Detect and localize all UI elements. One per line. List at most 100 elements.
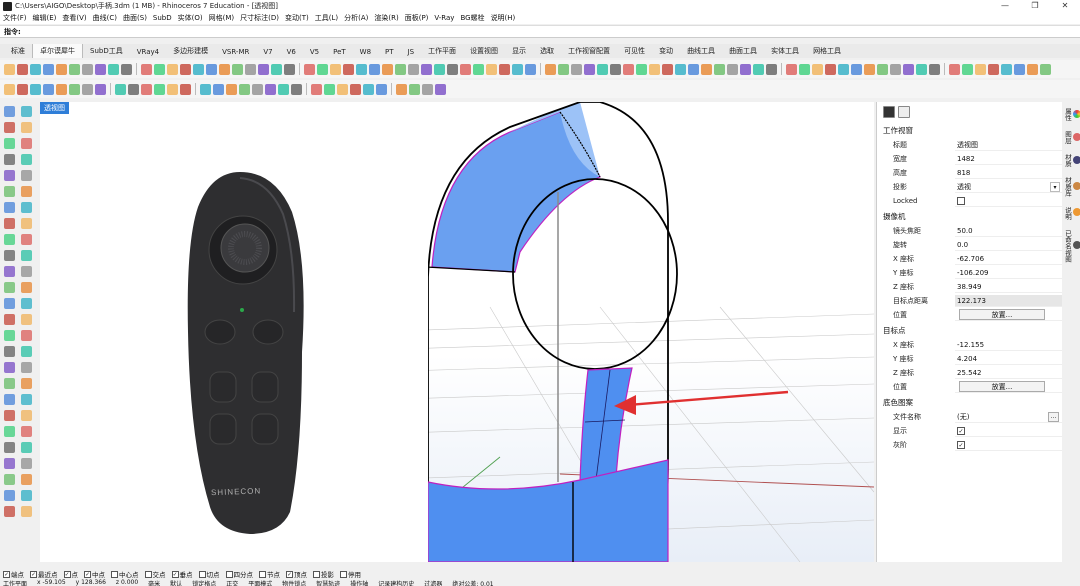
tab-v6[interactable]: V6 bbox=[280, 46, 303, 58]
toolbar-tool-icon[interactable] bbox=[311, 83, 322, 95]
toolbar-tool-icon[interactable] bbox=[786, 63, 797, 75]
tab-materials[interactable]: 材质 bbox=[1063, 154, 1080, 167]
menu-panels[interactable]: 面板(P) bbox=[405, 13, 429, 23]
tab-vray4[interactable]: VRay4 bbox=[130, 46, 166, 58]
toolbar-tool-icon[interactable] bbox=[422, 83, 433, 95]
target-distance-field[interactable]: 122.173 bbox=[955, 295, 1062, 307]
toolbar-tool-icon[interactable] bbox=[851, 63, 862, 75]
menu-edit[interactable]: 编辑(E) bbox=[33, 13, 57, 23]
command-line[interactable]: 指令: bbox=[0, 25, 1080, 38]
toolbar-tool-icon[interactable] bbox=[499, 63, 510, 75]
toolbar-tool-icon[interactable] bbox=[30, 83, 41, 95]
tab-pet[interactable]: PeT bbox=[326, 46, 353, 58]
circle-curve[interactable] bbox=[512, 178, 678, 370]
left-tool-icon[interactable] bbox=[4, 138, 15, 149]
toolbar-tool-icon[interactable] bbox=[154, 63, 165, 75]
toolbar-tool-icon[interactable] bbox=[864, 63, 875, 75]
toolbar-tool-icon[interactable] bbox=[219, 63, 230, 75]
menu-mesh[interactable]: 网格(M) bbox=[209, 13, 235, 23]
toolbar-tool-icon[interactable] bbox=[167, 83, 178, 95]
left-tool-icon[interactable] bbox=[4, 154, 15, 165]
left-tool-icon[interactable] bbox=[4, 346, 15, 357]
menu-solid[interactable]: 实体(O) bbox=[178, 13, 203, 23]
toolbar-tool-icon[interactable] bbox=[167, 63, 178, 75]
toolbar-tool-icon[interactable] bbox=[766, 63, 777, 75]
left-tool-icon[interactable] bbox=[4, 106, 15, 117]
toolbar-tool-icon[interactable] bbox=[610, 63, 621, 75]
toolbar-tool-icon[interactable] bbox=[278, 83, 289, 95]
maximize-button[interactable]: ❐ bbox=[1020, 0, 1050, 12]
status-history[interactable]: 记录建构历史 bbox=[378, 579, 414, 586]
toolbar-tool-icon[interactable] bbox=[740, 63, 751, 75]
toolbar-tool-icon[interactable] bbox=[916, 63, 927, 75]
tab-js[interactable]: JS bbox=[401, 46, 422, 58]
toolbar-tool-icon[interactable] bbox=[434, 63, 445, 75]
toolbar-tool-icon[interactable] bbox=[317, 63, 328, 75]
menu-subd[interactable]: SubD bbox=[153, 14, 172, 22]
tab-set-view[interactable]: 设置视图 bbox=[463, 44, 505, 58]
toolbar-tool-icon[interactable] bbox=[108, 63, 119, 75]
toolbar-tool-icon[interactable] bbox=[232, 63, 243, 75]
left-tool-icon[interactable] bbox=[21, 506, 32, 517]
toolbar-tool-icon[interactable] bbox=[545, 63, 556, 75]
target-y-field[interactable]: 4.204 bbox=[955, 353, 1062, 365]
toolbar-tool-icon[interactable] bbox=[903, 63, 914, 75]
left-tool-icon[interactable] bbox=[21, 490, 32, 501]
viewport-props-button[interactable] bbox=[883, 106, 895, 118]
toolbar-tool-icon[interactable] bbox=[95, 63, 106, 75]
osnap-project[interactable]: 投影 bbox=[313, 569, 334, 579]
grayscale-checkbox[interactable]: ✓ bbox=[957, 440, 965, 449]
toolbar-tool-icon[interactable] bbox=[154, 83, 165, 95]
toolbar-tool-icon[interactable] bbox=[213, 83, 224, 95]
left-tool-icon[interactable] bbox=[4, 330, 15, 341]
left-tool-icon[interactable] bbox=[4, 250, 15, 261]
left-tool-icon[interactable] bbox=[4, 266, 15, 277]
osnap-vertex[interactable]: ✓ 顶点 bbox=[286, 569, 307, 579]
osnap-disable[interactable]: 停用 bbox=[340, 569, 361, 579]
projection-select[interactable]: 透视 ▾ bbox=[955, 181, 1062, 193]
left-tool-icon[interactable] bbox=[21, 298, 32, 309]
left-tool-icon[interactable] bbox=[21, 282, 32, 293]
tab-standard[interactable]: 标准 bbox=[4, 44, 32, 58]
browse-button[interactable]: ... bbox=[1048, 412, 1059, 422]
left-tool-icon[interactable] bbox=[21, 138, 32, 149]
menu-file[interactable]: 文件(F) bbox=[3, 13, 27, 23]
left-tool-icon[interactable] bbox=[4, 426, 15, 437]
toolbar-tool-icon[interactable] bbox=[890, 63, 901, 75]
left-tool-icon[interactable] bbox=[21, 426, 32, 437]
status-filter[interactable]: 过滤器 bbox=[424, 579, 442, 586]
osnap-mid[interactable]: ✓ 中点 bbox=[84, 569, 105, 579]
camera-x-field[interactable]: -62.706 bbox=[955, 253, 1062, 265]
toolbar-tool-icon[interactable] bbox=[1040, 63, 1051, 75]
toolbar-tool-icon[interactable] bbox=[460, 63, 471, 75]
toolbar-tool-icon[interactable] bbox=[584, 63, 595, 75]
toolbar-tool-icon[interactable] bbox=[447, 63, 458, 75]
left-tool-icon[interactable] bbox=[4, 218, 15, 229]
tab-mesh-tools[interactable]: 网格工具 bbox=[806, 44, 848, 58]
close-button[interactable]: ✕ bbox=[1050, 0, 1080, 12]
toolbar-tool-icon[interactable] bbox=[395, 63, 406, 75]
osnap-center[interactable]: 中心点 bbox=[111, 569, 139, 579]
left-tool-icon[interactable] bbox=[4, 474, 15, 485]
tab-material-library[interactable]: 材质库 bbox=[1063, 177, 1080, 197]
left-tool-icon[interactable] bbox=[21, 346, 32, 357]
toolbar-tool-icon[interactable] bbox=[799, 63, 810, 75]
toolbar-tool-icon[interactable] bbox=[121, 63, 132, 75]
toolbar-tool-icon[interactable] bbox=[128, 83, 139, 95]
toolbar-tool-icon[interactable] bbox=[304, 63, 315, 75]
left-tool-icon[interactable] bbox=[4, 122, 15, 133]
menu-analyze[interactable]: 分析(A) bbox=[344, 13, 368, 23]
toolbar-tool-icon[interactable] bbox=[512, 63, 523, 75]
toolbar-tool-icon[interactable] bbox=[376, 83, 387, 95]
left-tool-icon[interactable] bbox=[21, 330, 32, 341]
tab-named-views[interactable]: 已命名视图 bbox=[1063, 230, 1080, 262]
left-tool-icon[interactable] bbox=[21, 170, 32, 181]
osnap-quad[interactable]: 四分点 bbox=[225, 569, 253, 579]
toolbar-tool-icon[interactable] bbox=[408, 63, 419, 75]
toolbar-tool-icon[interactable] bbox=[597, 63, 608, 75]
toolbar-tool-icon[interactable] bbox=[95, 83, 106, 95]
status-ortho[interactable]: 正交 bbox=[226, 579, 238, 586]
camera-z-field[interactable]: 38.949 bbox=[955, 281, 1062, 293]
tab-pt[interactable]: PT bbox=[378, 46, 401, 58]
left-tool-icon[interactable] bbox=[21, 362, 32, 373]
